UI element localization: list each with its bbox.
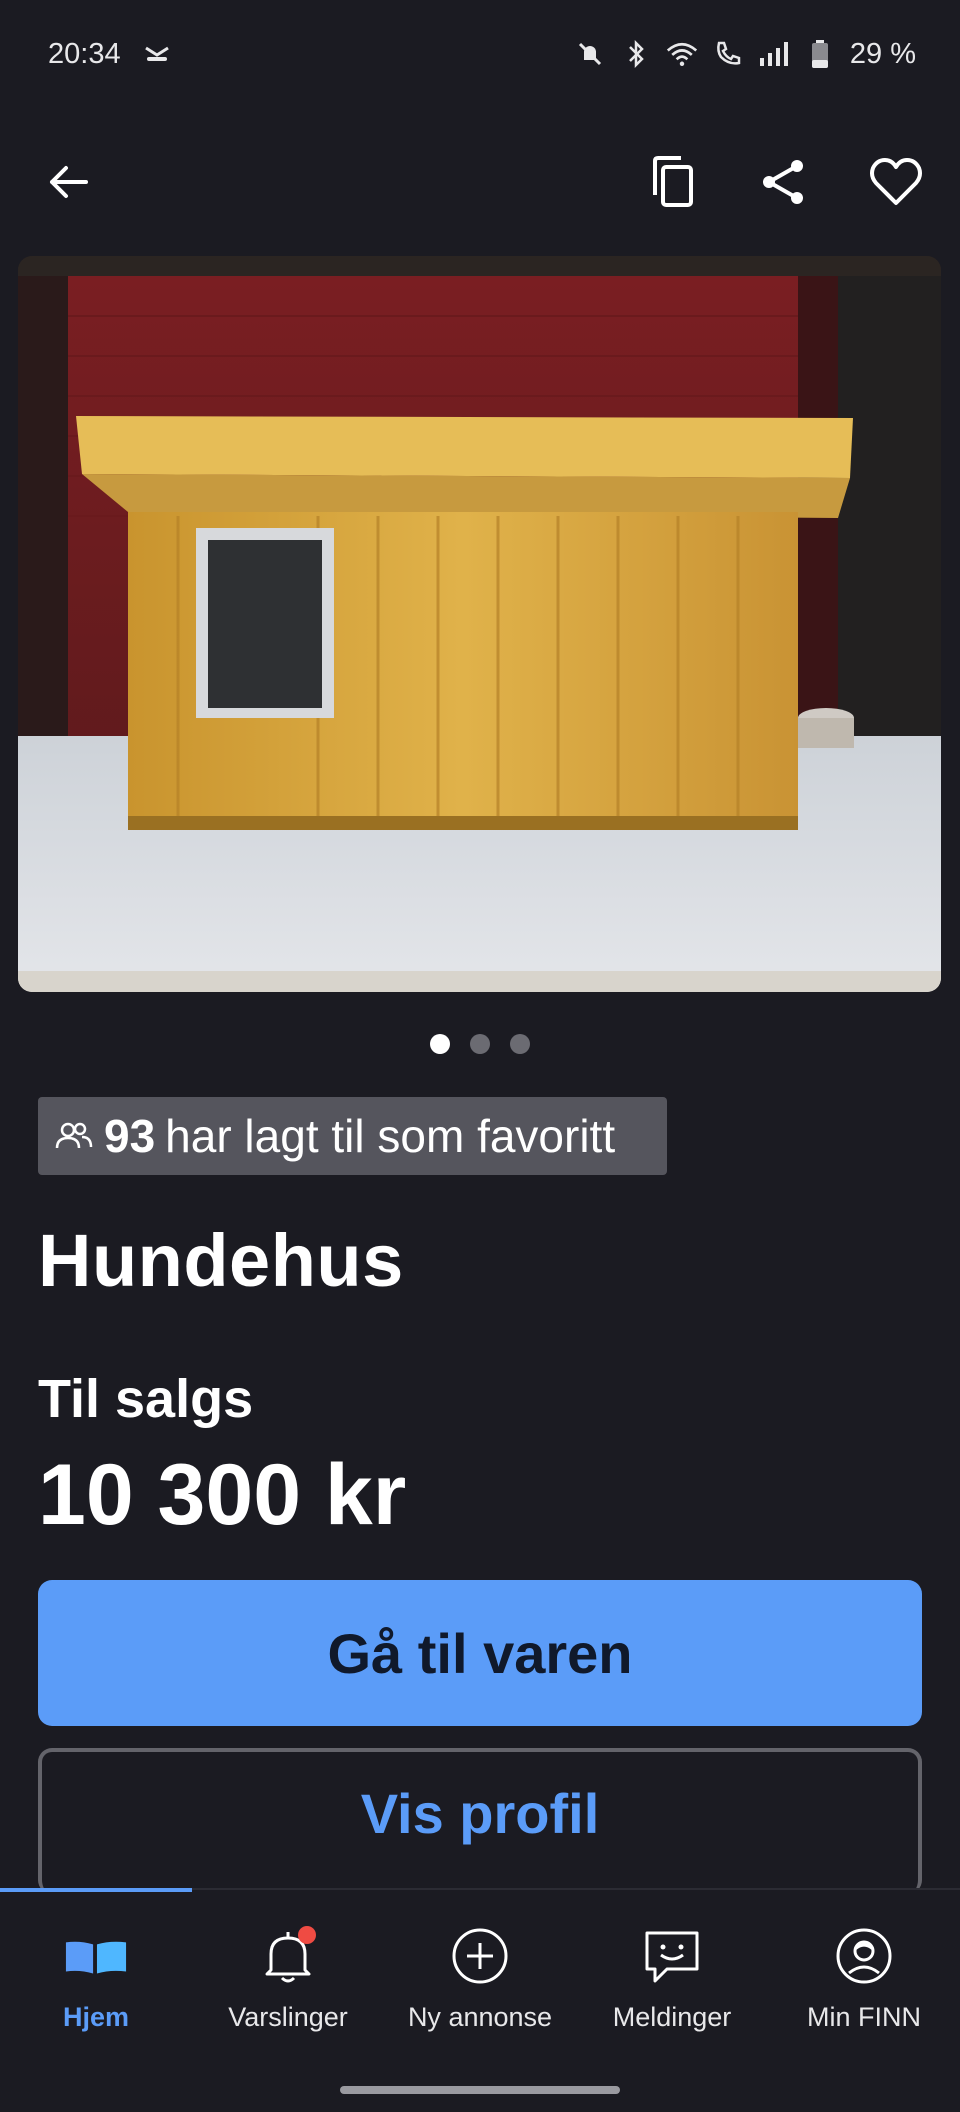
app-notification-icon — [141, 38, 173, 70]
go-to-item-button[interactable]: Gå til varen — [38, 1580, 922, 1726]
heart-icon — [870, 158, 922, 205]
nav-label-notifications: Varslinger — [228, 2002, 348, 2032]
favorites-count: 93 — [104, 1110, 156, 1162]
wifi-icon — [666, 38, 698, 70]
share-icon — [763, 160, 803, 204]
nav-item-notifications[interactable]: Varslinger — [192, 1890, 384, 2060]
nav-label-profile: Min FINN — [807, 2002, 921, 2032]
gesture-bar[interactable] — [340, 2086, 620, 2094]
back-button[interactable] — [40, 154, 96, 210]
active-tab-indicator — [0, 1888, 192, 1892]
nav-label-home: Hjem — [62, 2002, 130, 2032]
listing-image[interactable] — [18, 256, 941, 992]
battery-level: 29 % — [849, 37, 916, 70]
favorite-button[interactable] — [868, 154, 924, 210]
view-profile-button[interactable]: Vis profil — [38, 1748, 922, 1894]
listing-price: 10 300 kr — [38, 1447, 407, 1543]
status-bar: 20:34 29 % — [0, 0, 960, 108]
arrow-left-icon — [50, 166, 88, 198]
profile-icon — [832, 1926, 896, 1986]
nav-label-messages: Meldinger — [612, 2002, 732, 2032]
chat-icon — [640, 1926, 704, 1986]
bell-icon — [256, 1926, 320, 1986]
listing-screen: 20:34 29 % 93 har lagt til som favoritt … — [0, 0, 960, 2112]
pager-dot-2[interactable] — [470, 1034, 490, 1054]
bottom-navigation: Hjem Varslinger Ny annonse Meldinger Min… — [0, 1888, 960, 2112]
bluetooth-icon — [620, 38, 652, 70]
nav-label-new-ad: Ny annonse — [407, 2002, 553, 2032]
listing-title: Hundehus — [38, 1219, 404, 1302]
mute-icon — [574, 38, 606, 70]
top-app-bar — [0, 130, 960, 234]
favorites-badge: 93 har lagt til som favoritt — [38, 1097, 667, 1175]
nav-item-new-ad[interactable]: Ny annonse — [384, 1890, 576, 2060]
pager-dot-3[interactable] — [510, 1034, 530, 1054]
image-pager — [0, 1034, 960, 1054]
copy-icon — [653, 156, 693, 207]
nav-item-profile[interactable]: Min FINN — [768, 1890, 960, 2060]
nav-item-messages[interactable]: Meldinger — [576, 1890, 768, 2060]
doghouse-photo — [18, 256, 941, 992]
notification-badge — [298, 1926, 316, 1944]
signal-icon — [758, 38, 790, 70]
nav-item-home[interactable]: Hjem — [0, 1890, 192, 2060]
battery-icon — [804, 38, 836, 70]
share-button[interactable] — [756, 154, 812, 210]
pager-dot-1[interactable] — [430, 1034, 450, 1054]
plus-circle-icon — [448, 1926, 512, 1986]
copy-button[interactable] — [644, 154, 700, 210]
favorites-text: har lagt til som favoritt — [165, 1110, 616, 1162]
sale-type: Til salgs — [38, 1369, 254, 1429]
home-icon — [64, 1926, 128, 1986]
users-icon — [54, 1109, 94, 1163]
status-time: 20:34 — [48, 37, 121, 70]
wifi-calling-icon — [712, 38, 744, 70]
